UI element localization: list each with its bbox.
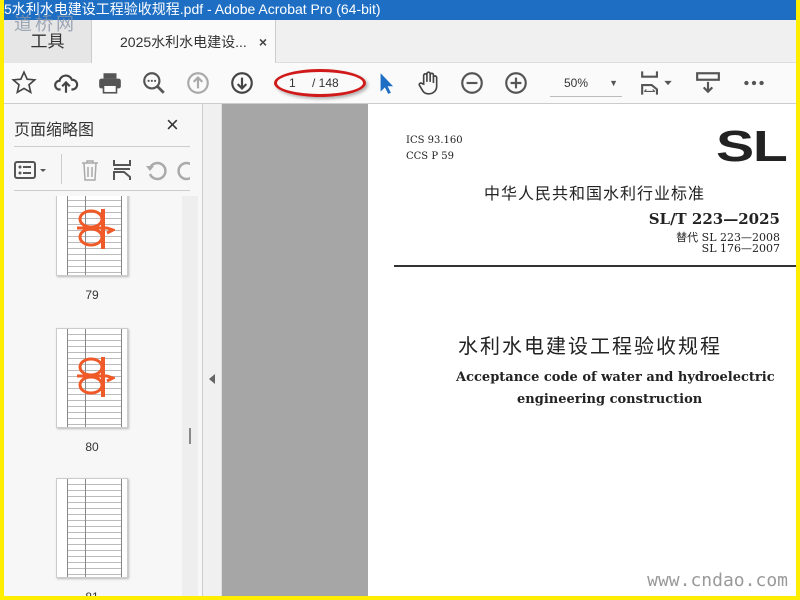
page-thumbnail-81[interactable]: [56, 478, 128, 578]
upload-cloud-icon[interactable]: [52, 69, 80, 97]
standard-code: SL/T 223—2025: [648, 210, 780, 228]
rotate-clockwise-icon[interactable]: [176, 158, 190, 182]
watermark-logo: 道桥网: [14, 14, 77, 35]
zoom-out-icon[interactable]: [458, 69, 486, 97]
page-thumbnail-79[interactable]: [56, 196, 128, 276]
panel-title: 页面缩略图: [14, 122, 95, 139]
stamp-watermark-icon: [77, 209, 115, 249]
more-options-icon[interactable]: [740, 69, 768, 97]
document-title-en-2: engineering construction: [517, 392, 703, 407]
collapse-panel-arrow-icon[interactable]: [209, 374, 215, 384]
select-tool-cursor-icon[interactable]: [372, 69, 400, 97]
header-rule: [394, 265, 796, 267]
stamp-watermark-icon: [77, 357, 115, 397]
footer-watermark: www.cndao.com: [647, 570, 788, 591]
replaces-code-2: SL 176—2007: [701, 242, 780, 255]
panel-splitter[interactable]: [203, 104, 222, 596]
zoom-level-dropdown[interactable]: 50% ▼: [550, 71, 622, 97]
ics-code: ICS 93.160: [406, 135, 463, 146]
thumbnail-toolbar: [14, 154, 194, 186]
search-zoom-icon[interactable]: [140, 69, 168, 97]
thumbnail-label: 79: [85, 288, 99, 302]
tab-document[interactable]: 2025水利水电建设... ×: [92, 20, 276, 64]
document-title-en-1: Acceptance code of water and hydroelectr…: [456, 370, 775, 385]
zoom-in-icon[interactable]: [502, 69, 530, 97]
thumbnail-list: 79 80 81: [4, 196, 182, 596]
document-title-cn: 水利水电建设工程验收规程: [458, 334, 722, 358]
replaces-label: 替代: [676, 231, 699, 244]
print-icon[interactable]: [96, 69, 124, 97]
thumbnail-label: 81: [56, 590, 128, 596]
delete-trash-icon[interactable]: [78, 158, 102, 182]
scroll-mode-icon[interactable]: [694, 69, 722, 97]
zoom-level-value: 50%: [564, 76, 589, 90]
close-panel-icon[interactable]: ×: [166, 112, 179, 138]
thumbnail-scrollbar[interactable]: [182, 196, 198, 596]
options-menu-icon[interactable]: [14, 158, 50, 182]
current-page-input[interactable]: 1: [289, 72, 296, 94]
sl-logo: SL: [716, 122, 788, 171]
bookmark-star-icon[interactable]: [10, 69, 38, 97]
acrobat-window: 5水利水电建设工程验收规程.pdf - Adobe Acrobat Pro (6…: [4, 0, 796, 596]
ccs-code: CCS P 59: [406, 151, 454, 162]
standard-type: 中华人民共和国水利行业标准: [484, 184, 706, 203]
insert-page-icon[interactable]: [110, 158, 134, 182]
document-background: [222, 104, 368, 596]
pdf-page: ICS 93.160 CCS P 59 SL 中华人民共和国水利行业标准 SL/…: [368, 104, 796, 596]
tab-bar: 工具 2025水利水电建设... ×: [4, 20, 796, 64]
close-tab-icon[interactable]: ×: [259, 20, 267, 64]
page-thumbnail-80[interactable]: [56, 328, 128, 428]
next-page-icon[interactable]: [228, 69, 256, 97]
tab-document-label: 2025水利水电建设...: [120, 34, 247, 50]
divider: [14, 190, 190, 191]
rotate-counterclockwise-icon[interactable]: [144, 158, 168, 182]
divider: [14, 146, 190, 147]
hand-tool-icon[interactable]: [414, 69, 442, 97]
previous-page-icon[interactable]: [184, 69, 212, 97]
total-pages: / 148: [312, 76, 339, 90]
chevron-down-icon: ▼: [609, 78, 618, 88]
title-bar: 5水利水电建设工程验收规程.pdf - Adobe Acrobat Pro (6…: [4, 0, 796, 20]
page-thumbnails-panel: 页面缩略图 × 79 80 81: [4, 104, 203, 596]
page-number-field[interactable]: 1 / 148: [274, 69, 366, 97]
scrollbar-thumb[interactable]: [189, 428, 191, 444]
thumbnail-label: 80: [85, 440, 99, 454]
fit-page-icon[interactable]: [638, 69, 678, 97]
divider: [61, 154, 62, 184]
toolbar: 1 / 148 50% ▼: [4, 63, 796, 104]
